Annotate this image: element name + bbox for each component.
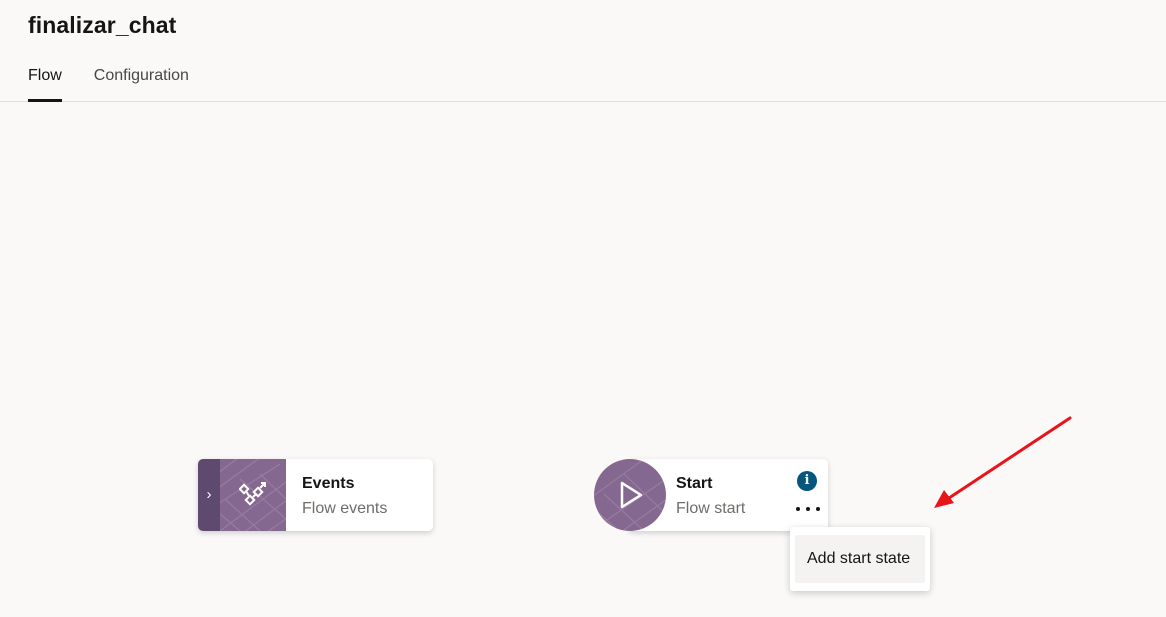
dot bbox=[796, 507, 800, 511]
events-node-title: Events bbox=[302, 475, 355, 492]
start-node-text: Start Flow start bbox=[676, 475, 745, 518]
tab-flow[interactable]: Flow bbox=[28, 66, 62, 102]
page-title: finalizar_chat bbox=[28, 12, 177, 38]
flow-canvas[interactable] bbox=[0, 103, 1166, 617]
play-icon bbox=[594, 459, 666, 531]
flow-editor-page: finalizar_chat Flow Configuration › Even… bbox=[0, 0, 1166, 617]
start-node-circle[interactable] bbox=[594, 459, 666, 531]
events-node-subtitle: Flow events bbox=[302, 500, 388, 517]
flow-events-icon bbox=[239, 482, 266, 506]
events-node[interactable]: › Events Flow events bbox=[198, 459, 433, 531]
start-node-context-menu: Add start state bbox=[790, 527, 930, 591]
dot bbox=[816, 507, 820, 511]
dot bbox=[806, 507, 810, 511]
tab-bar: Flow Configuration bbox=[28, 66, 221, 102]
start-node-subtitle: Flow start bbox=[676, 500, 746, 517]
more-actions-icon[interactable] bbox=[793, 500, 823, 518]
events-node-art bbox=[220, 459, 286, 531]
page-header: finalizar_chat Flow Configuration bbox=[0, 0, 1166, 102]
tab-configuration[interactable]: Configuration bbox=[94, 66, 189, 102]
menu-item-add-start-state[interactable]: Add start state bbox=[795, 535, 925, 583]
start-node-title: Start bbox=[676, 475, 713, 492]
expand-events-toggle[interactable]: › bbox=[198, 459, 220, 531]
events-node-text: Events Flow events bbox=[302, 475, 387, 518]
info-icon[interactable]: i bbox=[797, 471, 817, 491]
